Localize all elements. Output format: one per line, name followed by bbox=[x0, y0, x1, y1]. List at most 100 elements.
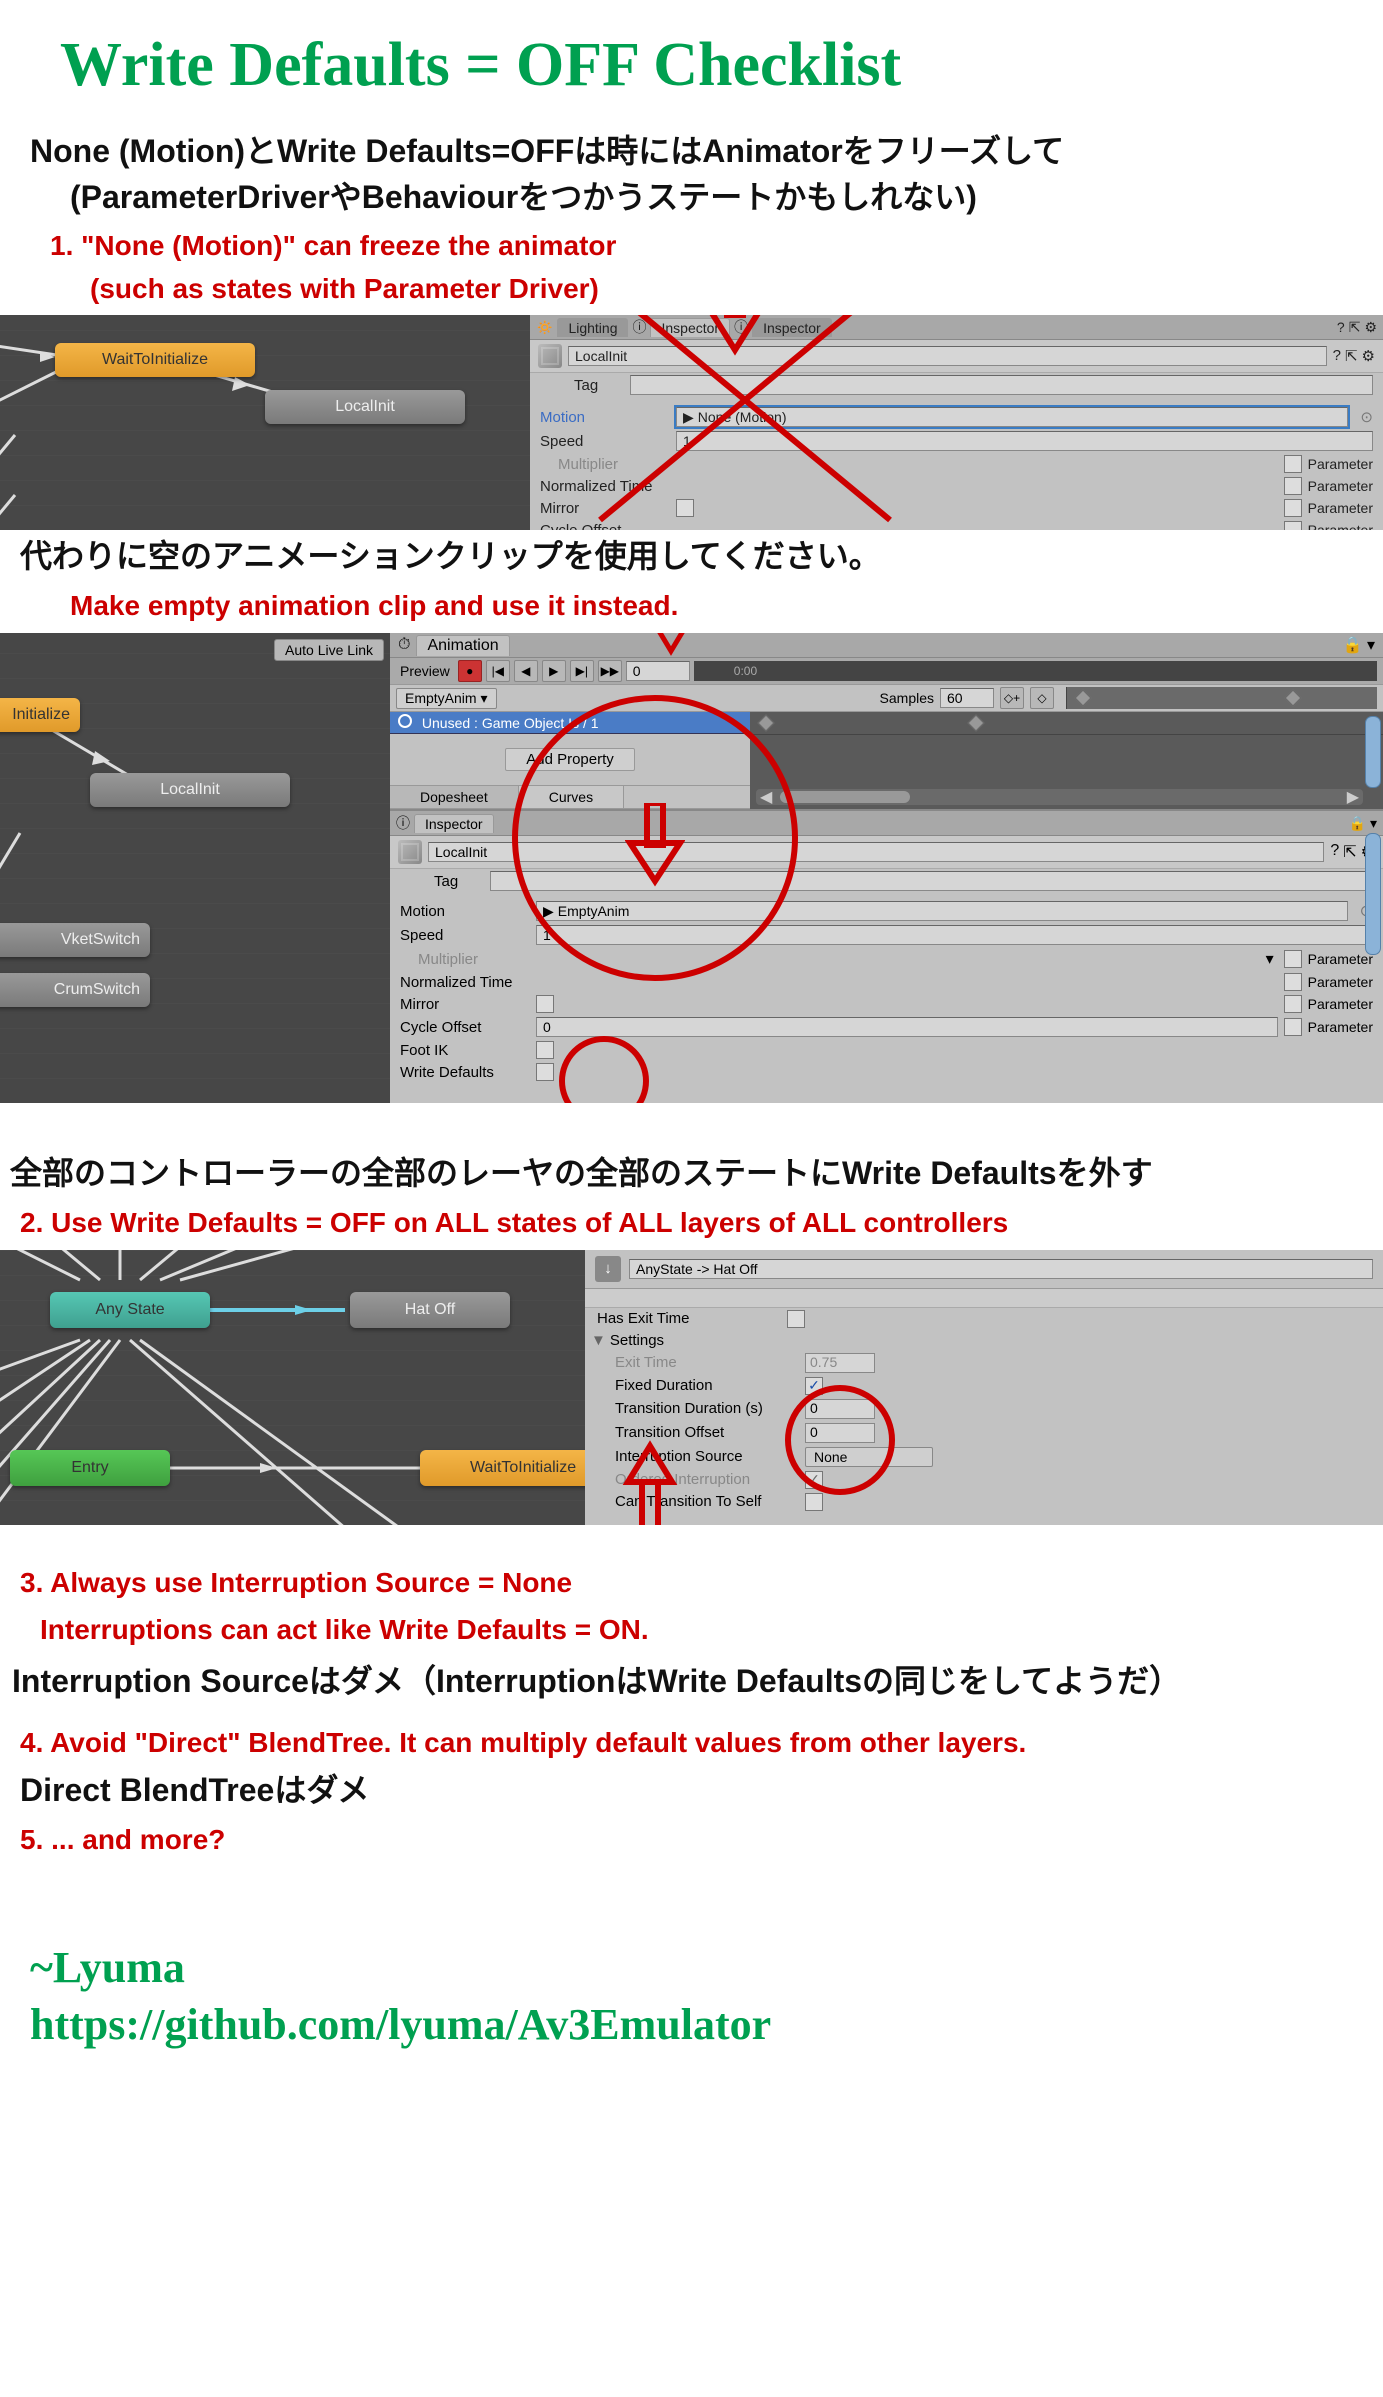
keyframe-icon[interactable] bbox=[968, 715, 985, 732]
settings-label: Settings bbox=[610, 1332, 664, 1349]
has-exit-time-checkbox[interactable] bbox=[787, 1310, 805, 1328]
help-icon[interactable]: ? bbox=[1330, 842, 1339, 862]
screenshot-1: WaitToInitialize LocalInit 🔅 Lighting ⓘ … bbox=[0, 315, 1383, 530]
popout-icon[interactable]: ⇱ bbox=[1345, 347, 1358, 365]
item-1-sub: (such as states with Parameter Driver) bbox=[0, 273, 1383, 305]
first-frame-button[interactable]: |◀ bbox=[486, 660, 510, 682]
tag-field[interactable] bbox=[630, 375, 1373, 395]
popout-icon[interactable]: ⇱ bbox=[1349, 319, 1361, 336]
next-key-button[interactable]: ▶| bbox=[570, 660, 594, 682]
samples-field[interactable]: 60 bbox=[940, 688, 994, 708]
tab-animation[interactable]: Animation bbox=[416, 635, 509, 656]
popout-icon[interactable]: ⇱ bbox=[1343, 842, 1356, 862]
can-transition-self-label: Can Transition To Self bbox=[615, 1493, 805, 1510]
state-node-hatoff[interactable]: Hat Off bbox=[350, 1292, 510, 1328]
transition-inspector: ↓ AnyState -> Hat Off Has Exit Time ▼ Se… bbox=[585, 1250, 1383, 1525]
add-key-button[interactable]: ◇+ bbox=[1000, 687, 1024, 709]
normtime-param-checkbox[interactable] bbox=[1284, 973, 1302, 991]
preview-button[interactable]: Preview bbox=[396, 663, 454, 679]
writedefaults-checkbox[interactable] bbox=[536, 1063, 554, 1081]
scroll-left-icon[interactable]: ◀ bbox=[760, 787, 772, 807]
multiplier-param-checkbox[interactable] bbox=[1284, 455, 1302, 473]
can-transition-self-checkbox[interactable] bbox=[805, 1493, 823, 1511]
frame-field[interactable]: 0 bbox=[626, 661, 690, 681]
exit-time-label: Exit Time bbox=[615, 1354, 805, 1371]
help-icon[interactable]: ? bbox=[1337, 319, 1345, 336]
tag-field[interactable] bbox=[490, 871, 1373, 891]
multiplier-param-checkbox[interactable] bbox=[1284, 950, 1302, 968]
tab-inspector[interactable]: Inspector bbox=[414, 814, 494, 833]
curves-tab[interactable]: Curves bbox=[519, 786, 624, 808]
animation-track-row[interactable]: Unused : Game Object.Is / 1 bbox=[390, 712, 750, 734]
item-3-heading: 3. Always use Interruption Source = None bbox=[0, 1563, 1383, 1602]
state-icon bbox=[398, 840, 422, 864]
motion-field[interactable]: ▶None (Motion) bbox=[676, 407, 1348, 427]
cycle-param-checkbox[interactable] bbox=[1284, 521, 1302, 530]
mirror-checkbox[interactable] bbox=[536, 995, 554, 1013]
keyframe-icon[interactable] bbox=[1075, 690, 1092, 707]
tab-inspector[interactable]: Inspector bbox=[650, 318, 730, 337]
foldout-icon[interactable]: ▼ bbox=[591, 1332, 606, 1349]
scroll-right-icon[interactable]: ▶ bbox=[1347, 787, 1359, 807]
lock-icon[interactable]: 🔒 bbox=[1349, 815, 1366, 831]
interruption-source-dropdown[interactable]: None bbox=[805, 1447, 933, 1467]
parameter-label: Parameter bbox=[1308, 456, 1373, 472]
scrollbar-thumb[interactable] bbox=[1365, 833, 1381, 955]
parameter-label: Parameter bbox=[1308, 522, 1373, 530]
entry-node[interactable]: Entry bbox=[10, 1450, 170, 1486]
transition-offset-field[interactable]: 0 bbox=[805, 1423, 875, 1443]
state-node-wait[interactable]: WaitToInitialize bbox=[55, 343, 255, 377]
state-node-crumswitch[interactable]: CrumSwitch bbox=[0, 973, 150, 1007]
dopesheet-tab[interactable]: Dopesheet bbox=[390, 786, 519, 808]
screenshot-3: Any State Hat Off Entry WaitToInitialize… bbox=[0, 1250, 1383, 1525]
footik-checkbox[interactable] bbox=[536, 1041, 554, 1059]
lock-icon[interactable]: 🔒 bbox=[1343, 637, 1363, 654]
state-node-initialize[interactable]: Initialize bbox=[0, 698, 80, 732]
record-button[interactable]: ● bbox=[458, 660, 482, 682]
motion-field[interactable]: ▶EmptyAnim bbox=[536, 901, 1348, 921]
state-node-localinit-2[interactable]: LocalInit bbox=[90, 773, 290, 807]
transition-duration-field[interactable]: 0 bbox=[805, 1399, 875, 1419]
tab-lighting[interactable]: Lighting bbox=[557, 318, 628, 337]
prev-key-button[interactable]: ◀ bbox=[514, 660, 538, 682]
keyframe-icon[interactable] bbox=[1285, 690, 1302, 707]
ordered-interruption-label: Ordered Interruption bbox=[615, 1471, 805, 1488]
cycle-param-checkbox[interactable] bbox=[1284, 1018, 1302, 1036]
mirror-param-checkbox[interactable] bbox=[1284, 995, 1302, 1013]
state-name-field[interactable]: LocalInit bbox=[568, 346, 1327, 366]
mirror-checkbox[interactable] bbox=[676, 499, 694, 517]
normtime-param-checkbox[interactable] bbox=[1284, 477, 1302, 495]
mirror-label: Mirror bbox=[540, 500, 670, 517]
transition-name-field[interactable]: AnyState -> Hat Off bbox=[629, 1259, 1373, 1279]
gear-icon[interactable]: ⚙ bbox=[1362, 347, 1375, 365]
scrollbar-thumb[interactable] bbox=[1365, 716, 1381, 788]
cycle-field[interactable]: 0 bbox=[536, 1017, 1278, 1037]
add-property-button[interactable]: Add Property bbox=[505, 748, 635, 771]
fixed-duration-checkbox[interactable]: ✓ bbox=[805, 1377, 823, 1395]
gear-icon[interactable]: ⚙ bbox=[1364, 319, 1377, 336]
keyframe-icon[interactable] bbox=[758, 715, 775, 732]
h-scrollbar-thumb[interactable] bbox=[780, 791, 910, 803]
play-button[interactable]: ▶ bbox=[542, 660, 566, 682]
state-node-localinit[interactable]: LocalInit bbox=[265, 390, 465, 424]
has-exit-time-label: Has Exit Time bbox=[597, 1310, 787, 1327]
object-picker-icon[interactable]: ⊙ bbox=[1360, 408, 1373, 426]
mirror-param-checkbox[interactable] bbox=[1284, 499, 1302, 517]
animation-panel: ⏱ Animation 🔒 ▾ Preview ● |◀ ◀ ▶ ▶| ▶▶ 0… bbox=[390, 633, 1383, 1103]
clip-dropdown[interactable]: EmptyAnim ▾ bbox=[396, 688, 497, 709]
any-state-node[interactable]: Any State bbox=[50, 1292, 210, 1328]
speed-field[interactable]: 1 bbox=[536, 925, 1373, 945]
parameter-label: Parameter bbox=[1308, 1019, 1373, 1035]
tab-inspector-2[interactable]: Inspector bbox=[752, 318, 832, 337]
transition-icon: ↓ bbox=[595, 1256, 621, 1282]
screenshot-2: Auto Live Link Initialize LocalInit Vket… bbox=[0, 633, 1383, 1103]
state-name-field[interactable]: LocalInit bbox=[428, 842, 1324, 862]
item-1-heading: 1. "None (Motion)" can freeze the animat… bbox=[0, 226, 1383, 265]
normtime-label: Normalized Time bbox=[540, 478, 670, 495]
cycle-label: Cycle Offset bbox=[540, 522, 670, 531]
state-node-vketswitch[interactable]: VketSwitch bbox=[0, 923, 150, 957]
last-frame-button[interactable]: ▶▶ bbox=[598, 660, 622, 682]
speed-field[interactable]: 1 bbox=[676, 431, 1373, 451]
help-icon[interactable]: ? bbox=[1333, 347, 1341, 365]
add-event-button[interactable]: ◇ bbox=[1030, 687, 1054, 709]
